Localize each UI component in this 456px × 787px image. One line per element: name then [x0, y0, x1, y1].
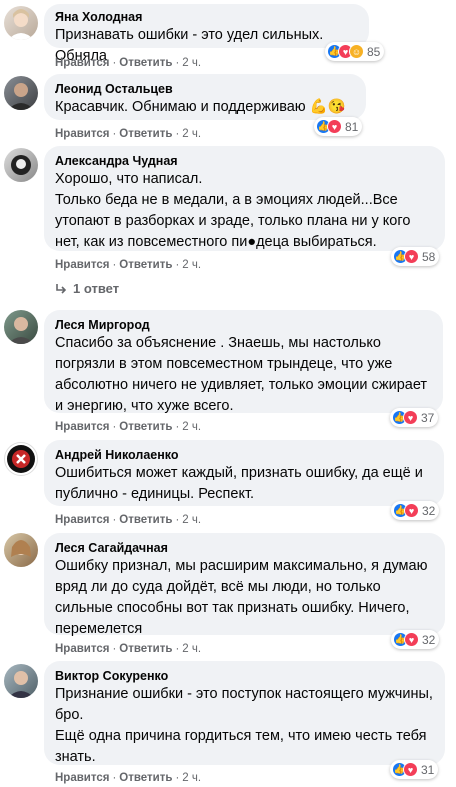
like-button[interactable]: Нравится: [55, 643, 109, 655]
comment-author[interactable]: Яна Холодная: [55, 9, 358, 25]
like-button[interactable]: Нравится: [55, 514, 109, 526]
comment-time[interactable]: 2 ч.: [182, 514, 201, 526]
comment-actions: Нравится · Ответить · 2 ч.: [55, 259, 202, 271]
comment-author[interactable]: Леся Сагайдачная: [55, 540, 434, 556]
comment-text: Ошибку признал, мы расширим максимально,…: [55, 558, 428, 637]
reply-arrow-icon: [56, 283, 67, 294]
avatar[interactable]: [4, 442, 38, 476]
like-button[interactable]: Нравится: [55, 421, 109, 433]
reaction-count: 81: [345, 119, 359, 134]
comment-text: Хорошо, что написал. Только беда не в ме…: [55, 171, 411, 250]
avatar-photo-icon: [8, 83, 34, 110]
reply-button[interactable]: Ответить: [119, 643, 172, 655]
comment-time[interactable]: 2 ч.: [182, 421, 201, 433]
reaction-summary[interactable]: 👍 ♥ ☺ 85: [325, 42, 385, 61]
comment-time[interactable]: 2 ч.: [182, 128, 201, 140]
reaction-count: 32: [422, 503, 436, 518]
reply-button[interactable]: Ответить: [119, 514, 172, 526]
avatar-photo-icon: [11, 540, 31, 557]
avatar-photo-icon: [8, 671, 34, 698]
like-button[interactable]: Нравится: [55, 57, 109, 69]
reaction-summary[interactable]: 👍 ♥ 32: [391, 630, 440, 649]
avatar[interactable]: [4, 6, 38, 40]
avatar[interactable]: [4, 76, 38, 110]
reaction-summary[interactable]: 👍 ♥ 58: [391, 247, 440, 266]
avatar-photo-icon: [11, 155, 31, 175]
reaction-summary[interactable]: 👍 ♥ 32: [391, 501, 440, 520]
emblem-icon: [7, 445, 35, 473]
view-replies-link[interactable]: 1 ответ: [55, 281, 119, 296]
love-reaction-icon: ♥: [404, 632, 419, 647]
comment-bubble: Леся Миргород Спасибо за объяснение . Зн…: [44, 310, 443, 414]
like-button[interactable]: Нравится: [55, 259, 109, 271]
haha-reaction-icon: ☺: [349, 44, 364, 59]
comment-author[interactable]: Леся Миргород: [55, 317, 432, 333]
comment-actions: Нравится · Ответить · 2 ч.: [55, 128, 202, 140]
reaction-summary[interactable]: 👍 ♥ 31: [390, 760, 439, 779]
comment-author[interactable]: Александра Чудная: [55, 153, 434, 169]
replies-count-label: 1 ответ: [73, 281, 120, 296]
love-reaction-icon: ♥: [404, 503, 419, 518]
avatar[interactable]: [4, 310, 38, 344]
comment-bubble: Леонид Остальцев Красавчик. Обнимаю и по…: [44, 74, 366, 120]
comment-actions: Нравится · Ответить · 2 ч.: [55, 514, 202, 526]
comment-time[interactable]: 2 ч.: [182, 57, 201, 69]
comment-bubble: Андрей Николаенко Ошибиться может каждый…: [44, 440, 444, 506]
comment-text: Ошибиться может каждый, признать ошибку,…: [55, 465, 423, 502]
reaction-summary[interactable]: 👍 ♥ 81: [314, 117, 363, 136]
love-reaction-icon: ♥: [403, 762, 418, 777]
reply-button[interactable]: Ответить: [119, 57, 172, 69]
reaction-count: 58: [422, 249, 436, 264]
comment-time[interactable]: 2 ч.: [182, 259, 201, 271]
comment-actions: Нравится · Ответить · 2 ч.: [55, 57, 202, 69]
comment-actions: Нравится · Ответить · 2 ч.: [55, 421, 202, 433]
love-reaction-icon: ♥: [327, 119, 342, 134]
avatar[interactable]: [4, 148, 38, 182]
reply-button[interactable]: Ответить: [119, 772, 172, 784]
avatar-photo-icon: [8, 9, 34, 40]
avatar-photo-icon: [8, 317, 34, 344]
comment-bubble: Александра Чудная Хорошо, что написал. Т…: [44, 146, 445, 251]
avatar[interactable]: [4, 664, 38, 698]
reply-button[interactable]: Ответить: [119, 259, 172, 271]
love-reaction-icon: ♥: [403, 410, 418, 425]
comment-text: Красавчик. Обнимаю и поддерживаю 💪😘: [55, 99, 346, 115]
comment-actions: Нравится · Ответить · 2 ч.: [55, 772, 202, 784]
comment-time[interactable]: 2 ч.: [182, 643, 201, 655]
comment-actions: Нравится · Ответить · 2 ч.: [55, 643, 202, 655]
reply-button[interactable]: Ответить: [119, 128, 172, 140]
comment-text: Спасибо за объяснение . Знаешь, мы насто…: [55, 335, 428, 414]
comment-author[interactable]: Андрей Николаенко: [55, 447, 433, 463]
reply-button[interactable]: Ответить: [119, 421, 172, 433]
love-reaction-icon: ♥: [404, 249, 419, 264]
reaction-count: 32: [422, 632, 436, 647]
avatar[interactable]: [4, 533, 38, 567]
comment-author[interactable]: Виктор Сокуренко: [55, 668, 434, 684]
comment-time[interactable]: 2 ч.: [182, 772, 201, 784]
like-button[interactable]: Нравится: [55, 128, 109, 140]
comment-text: Признание ошибки - это поступок настояще…: [55, 686, 433, 765]
comment-bubble: Яна Холодная Признавать ошибки - это уде…: [44, 4, 369, 64]
comment-bubble: Виктор Сокуренко Признание ошибки - это …: [44, 661, 445, 765]
comment-author[interactable]: Леонид Остальцев: [55, 81, 355, 97]
comment-bubble: Леся Сагайдачная Ошибку признал, мы расш…: [44, 533, 445, 637]
reaction-count: 85: [367, 44, 381, 59]
reaction-summary[interactable]: 👍 ♥ 37: [390, 408, 439, 427]
reaction-count: 37: [421, 410, 435, 425]
like-button[interactable]: Нравится: [55, 772, 109, 784]
reaction-count: 31: [421, 762, 435, 777]
